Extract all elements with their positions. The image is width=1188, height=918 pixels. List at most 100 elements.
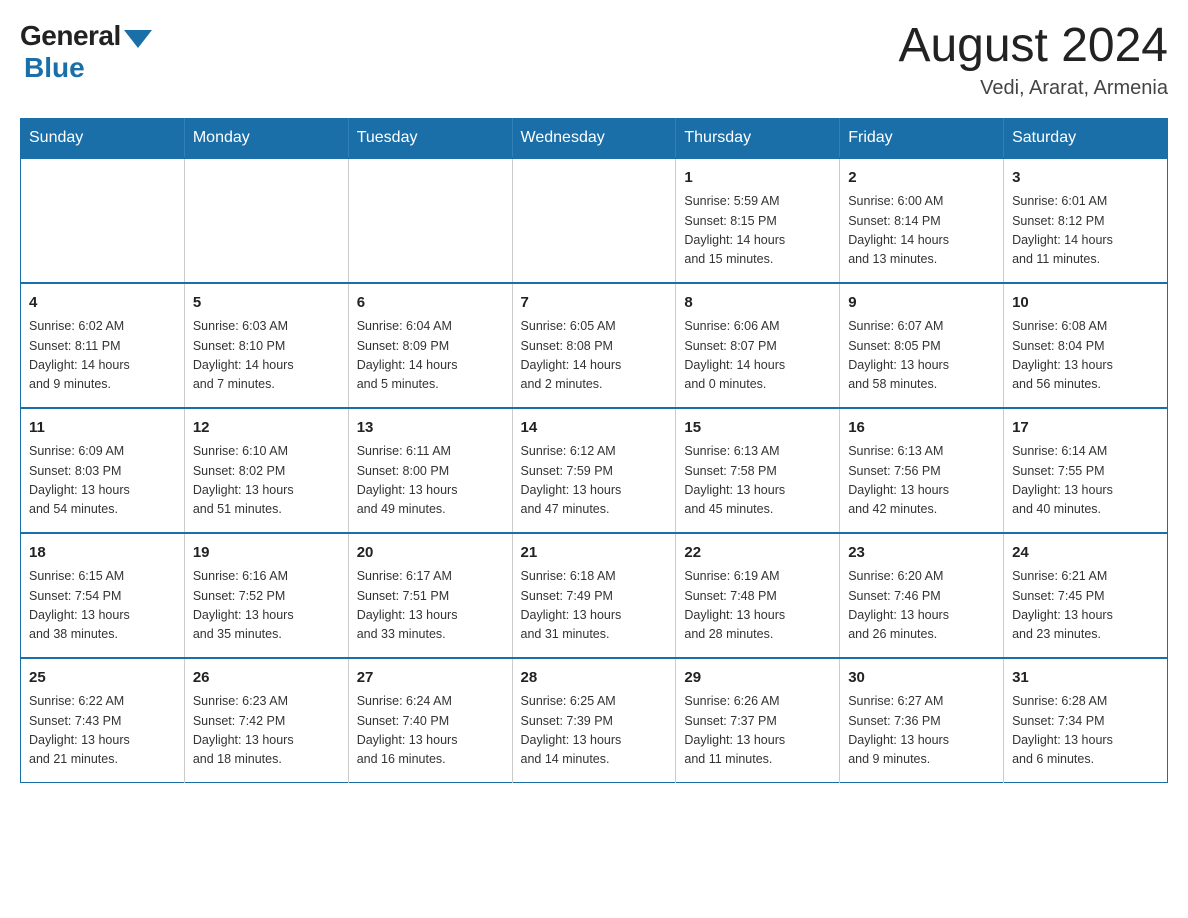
day-number: 9 [848,292,995,315]
day-number: 6 [357,292,504,315]
logo-general-text: General [20,20,121,52]
calendar-cell: 10Sunrise: 6:08 AMSunset: 8:04 PMDayligh… [1004,283,1168,408]
day-number: 20 [357,542,504,565]
weekday-header-tuesday: Tuesday [348,118,512,158]
day-number: 24 [1012,542,1159,565]
logo-arrow-icon [124,30,152,48]
day-number: 22 [684,542,831,565]
day-info: Sunrise: 6:22 AMSunset: 7:43 PMDaylight:… [29,692,176,770]
weekday-header-thursday: Thursday [676,118,840,158]
day-number: 30 [848,667,995,690]
day-number: 14 [521,417,668,440]
calendar-cell: 12Sunrise: 6:10 AMSunset: 8:02 PMDayligh… [184,408,348,533]
calendar-cell: 2Sunrise: 6:00 AMSunset: 8:14 PMDaylight… [840,158,1004,283]
day-info: Sunrise: 5:59 AMSunset: 8:15 PMDaylight:… [684,192,831,270]
calendar-cell [184,158,348,283]
day-number: 26 [193,667,340,690]
logo-blue-text: Blue [24,52,85,84]
day-number: 17 [1012,417,1159,440]
day-info: Sunrise: 6:00 AMSunset: 8:14 PMDaylight:… [848,192,995,270]
calendar-cell: 29Sunrise: 6:26 AMSunset: 7:37 PMDayligh… [676,658,840,783]
logo: General Blue [20,20,152,84]
day-number: 15 [684,417,831,440]
calendar-cell: 11Sunrise: 6:09 AMSunset: 8:03 PMDayligh… [21,408,185,533]
calendar-cell: 4Sunrise: 6:02 AMSunset: 8:11 PMDaylight… [21,283,185,408]
day-number: 11 [29,417,176,440]
calendar-cell: 21Sunrise: 6:18 AMSunset: 7:49 PMDayligh… [512,533,676,658]
month-title: August 2024 [898,20,1168,73]
calendar-cell: 13Sunrise: 6:11 AMSunset: 8:00 PMDayligh… [348,408,512,533]
day-number: 2 [848,167,995,190]
day-info: Sunrise: 6:09 AMSunset: 8:03 PMDaylight:… [29,442,176,520]
location: Vedi, Ararat, Armenia [898,77,1168,100]
calendar-header: SundayMondayTuesdayWednesdayThursdayFrid… [21,118,1168,158]
day-info: Sunrise: 6:24 AMSunset: 7:40 PMDaylight:… [357,692,504,770]
day-info: Sunrise: 6:15 AMSunset: 7:54 PMDaylight:… [29,567,176,645]
day-number: 1 [684,167,831,190]
calendar-cell: 26Sunrise: 6:23 AMSunset: 7:42 PMDayligh… [184,658,348,783]
calendar-cell: 25Sunrise: 6:22 AMSunset: 7:43 PMDayligh… [21,658,185,783]
day-info: Sunrise: 6:16 AMSunset: 7:52 PMDaylight:… [193,567,340,645]
calendar-week-row: 4Sunrise: 6:02 AMSunset: 8:11 PMDaylight… [21,283,1168,408]
calendar-week-row: 11Sunrise: 6:09 AMSunset: 8:03 PMDayligh… [21,408,1168,533]
calendar-cell: 6Sunrise: 6:04 AMSunset: 8:09 PMDaylight… [348,283,512,408]
calendar-cell: 14Sunrise: 6:12 AMSunset: 7:59 PMDayligh… [512,408,676,533]
day-info: Sunrise: 6:27 AMSunset: 7:36 PMDaylight:… [848,692,995,770]
calendar-week-row: 1Sunrise: 5:59 AMSunset: 8:15 PMDaylight… [21,158,1168,283]
day-number: 10 [1012,292,1159,315]
calendar-cell: 8Sunrise: 6:06 AMSunset: 8:07 PMDaylight… [676,283,840,408]
calendar-table: SundayMondayTuesdayWednesdayThursdayFrid… [20,118,1168,783]
day-info: Sunrise: 6:19 AMSunset: 7:48 PMDaylight:… [684,567,831,645]
day-info: Sunrise: 6:01 AMSunset: 8:12 PMDaylight:… [1012,192,1159,270]
day-info: Sunrise: 6:03 AMSunset: 8:10 PMDaylight:… [193,317,340,395]
calendar-cell: 7Sunrise: 6:05 AMSunset: 8:08 PMDaylight… [512,283,676,408]
day-number: 19 [193,542,340,565]
day-info: Sunrise: 6:11 AMSunset: 8:00 PMDaylight:… [357,442,504,520]
calendar-cell: 3Sunrise: 6:01 AMSunset: 8:12 PMDaylight… [1004,158,1168,283]
day-info: Sunrise: 6:14 AMSunset: 7:55 PMDaylight:… [1012,442,1159,520]
title-block: August 2024 Vedi, Ararat, Armenia [898,20,1168,100]
calendar-cell: 24Sunrise: 6:21 AMSunset: 7:45 PMDayligh… [1004,533,1168,658]
weekday-header-row: SundayMondayTuesdayWednesdayThursdayFrid… [21,118,1168,158]
day-info: Sunrise: 6:04 AMSunset: 8:09 PMDaylight:… [357,317,504,395]
calendar-cell: 19Sunrise: 6:16 AMSunset: 7:52 PMDayligh… [184,533,348,658]
day-info: Sunrise: 6:18 AMSunset: 7:49 PMDaylight:… [521,567,668,645]
calendar-cell: 9Sunrise: 6:07 AMSunset: 8:05 PMDaylight… [840,283,1004,408]
day-info: Sunrise: 6:17 AMSunset: 7:51 PMDaylight:… [357,567,504,645]
weekday-header-monday: Monday [184,118,348,158]
day-info: Sunrise: 6:13 AMSunset: 7:58 PMDaylight:… [684,442,831,520]
day-info: Sunrise: 6:07 AMSunset: 8:05 PMDaylight:… [848,317,995,395]
day-number: 25 [29,667,176,690]
day-info: Sunrise: 6:28 AMSunset: 7:34 PMDaylight:… [1012,692,1159,770]
calendar-cell: 5Sunrise: 6:03 AMSunset: 8:10 PMDaylight… [184,283,348,408]
day-info: Sunrise: 6:20 AMSunset: 7:46 PMDaylight:… [848,567,995,645]
day-info: Sunrise: 6:13 AMSunset: 7:56 PMDaylight:… [848,442,995,520]
day-number: 31 [1012,667,1159,690]
day-number: 7 [521,292,668,315]
page-header: General Blue August 2024 Vedi, Ararat, A… [20,20,1168,100]
weekday-header-saturday: Saturday [1004,118,1168,158]
day-info: Sunrise: 6:10 AMSunset: 8:02 PMDaylight:… [193,442,340,520]
day-info: Sunrise: 6:02 AMSunset: 8:11 PMDaylight:… [29,317,176,395]
day-info: Sunrise: 6:06 AMSunset: 8:07 PMDaylight:… [684,317,831,395]
calendar-cell [512,158,676,283]
calendar-cell: 31Sunrise: 6:28 AMSunset: 7:34 PMDayligh… [1004,658,1168,783]
calendar-cell: 23Sunrise: 6:20 AMSunset: 7:46 PMDayligh… [840,533,1004,658]
day-info: Sunrise: 6:21 AMSunset: 7:45 PMDaylight:… [1012,567,1159,645]
calendar-week-row: 18Sunrise: 6:15 AMSunset: 7:54 PMDayligh… [21,533,1168,658]
day-info: Sunrise: 6:12 AMSunset: 7:59 PMDaylight:… [521,442,668,520]
day-number: 5 [193,292,340,315]
calendar-body: 1Sunrise: 5:59 AMSunset: 8:15 PMDaylight… [21,158,1168,783]
calendar-cell: 27Sunrise: 6:24 AMSunset: 7:40 PMDayligh… [348,658,512,783]
calendar-cell [348,158,512,283]
calendar-cell: 1Sunrise: 5:59 AMSunset: 8:15 PMDaylight… [676,158,840,283]
day-number: 12 [193,417,340,440]
day-info: Sunrise: 6:05 AMSunset: 8:08 PMDaylight:… [521,317,668,395]
calendar-cell: 15Sunrise: 6:13 AMSunset: 7:58 PMDayligh… [676,408,840,533]
day-number: 18 [29,542,176,565]
weekday-header-friday: Friday [840,118,1004,158]
day-number: 27 [357,667,504,690]
day-number: 28 [521,667,668,690]
calendar-week-row: 25Sunrise: 6:22 AMSunset: 7:43 PMDayligh… [21,658,1168,783]
calendar-cell: 28Sunrise: 6:25 AMSunset: 7:39 PMDayligh… [512,658,676,783]
